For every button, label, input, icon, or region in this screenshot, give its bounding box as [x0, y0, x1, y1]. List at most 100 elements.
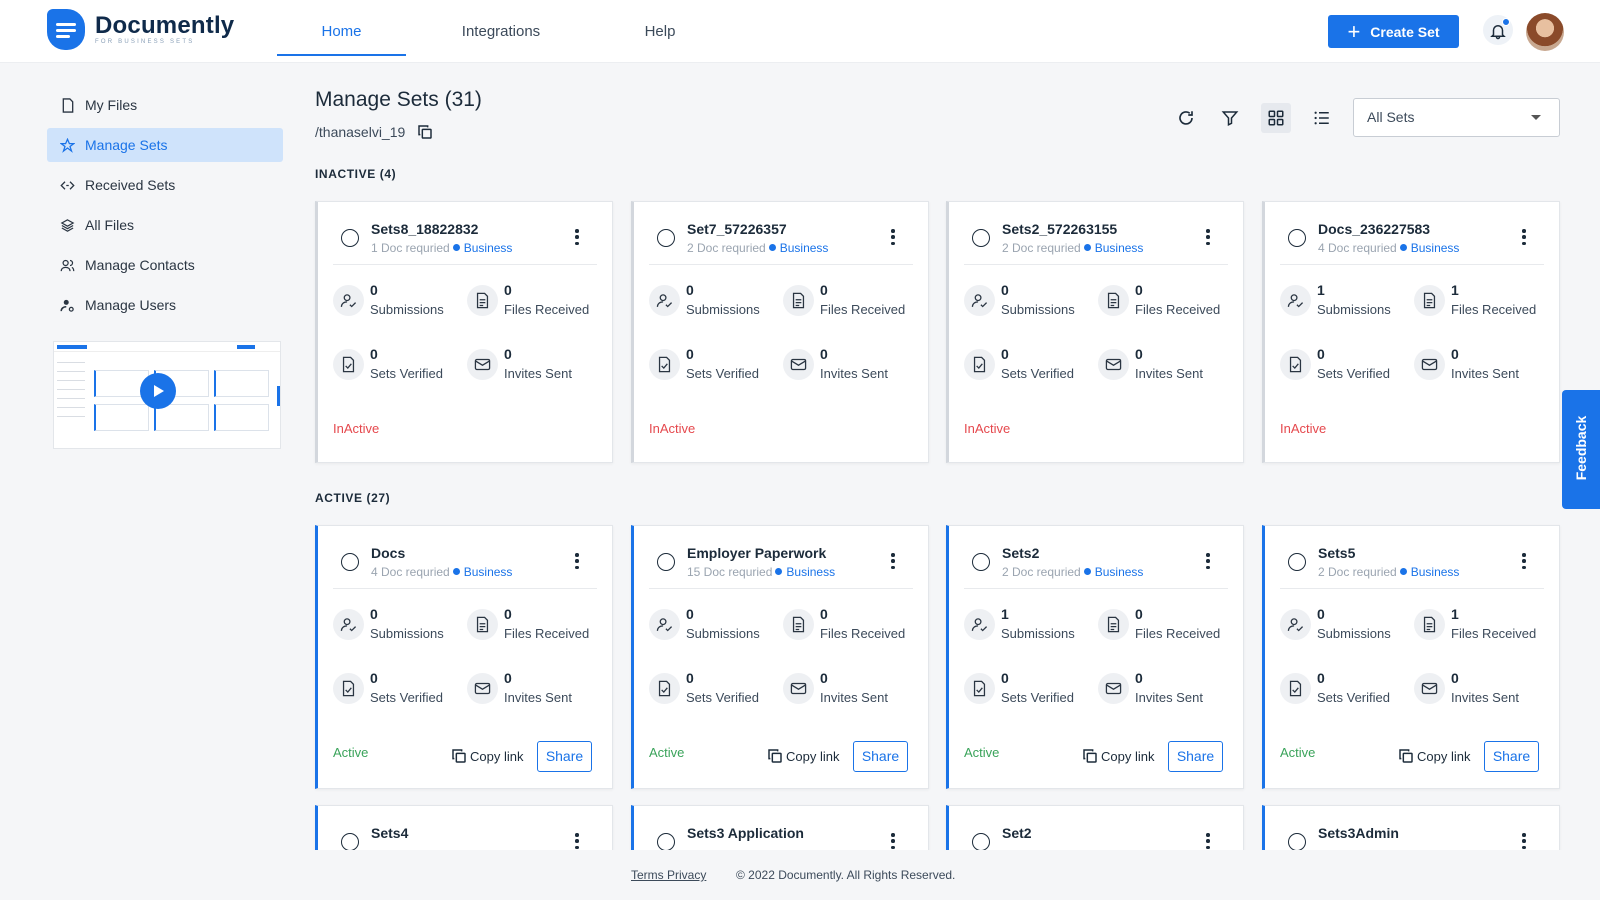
more-options-icon[interactable]: [1206, 229, 1210, 245]
select-radio[interactable]: [972, 833, 990, 851]
brand-logo[interactable]: Documently FOR BUSINESS SETS: [47, 9, 234, 50]
files-received-label: Files Received: [504, 302, 590, 317]
files-received-count: 1: [1451, 606, 1459, 622]
mail-icon: [783, 349, 814, 380]
set-card[interactable]: Sets5 2 Doc requried Business 0 Submissio…: [1262, 525, 1560, 789]
sidebar-item-manage-users[interactable]: Manage Users: [47, 288, 283, 322]
document-icon: [1414, 609, 1445, 640]
set-card[interactable]: Sets2_572263155 2 Doc requried Business 0…: [946, 201, 1244, 463]
set-card[interactable]: Docs 4 Doc requried Business 0 Submission…: [315, 525, 613, 789]
user-check-icon: [333, 285, 364, 316]
share-button[interactable]: Share: [1168, 741, 1223, 772]
invites-sent-label: Invites Sent: [1135, 366, 1203, 381]
sets-verified-label: Sets Verified: [1001, 366, 1074, 381]
more-options-icon[interactable]: [1206, 553, 1210, 569]
select-radio[interactable]: [657, 229, 675, 247]
contacts-icon: [60, 258, 75, 273]
invites-sent-count: 0: [504, 670, 512, 686]
more-options-icon[interactable]: [1206, 833, 1210, 849]
select-radio[interactable]: [972, 229, 990, 247]
set-card[interactable]: Sets8_18822832 1 Doc requried Business 0 …: [315, 201, 613, 463]
share-button[interactable]: Share: [853, 741, 908, 772]
brand-tagline: FOR BUSINESS SETS: [95, 39, 195, 45]
sets-verified-stat: 0 Sets Verified: [1280, 670, 1390, 705]
select-radio[interactable]: [341, 833, 359, 851]
set-card[interactable]: Employer Paperwork 15 Doc requried Busine…: [631, 525, 929, 789]
more-options-icon[interactable]: [1522, 229, 1526, 245]
play-icon[interactable]: [140, 373, 176, 409]
document-icon: [1414, 285, 1445, 316]
share-button[interactable]: Share: [1484, 741, 1539, 772]
more-options-icon[interactable]: [891, 229, 895, 245]
feedback-tab[interactable]: Feedback: [1562, 390, 1600, 509]
sidebar-item-received-sets[interactable]: Received Sets: [47, 168, 283, 202]
copy-link-button[interactable]: Copy link: [767, 748, 839, 764]
refresh-button[interactable]: [1171, 103, 1201, 133]
select-radio[interactable]: [341, 553, 359, 571]
set-filter-select[interactable]: All Sets: [1353, 98, 1560, 137]
grid-view-button[interactable]: [1261, 103, 1291, 133]
nav-integrations[interactable]: Integrations: [406, 0, 596, 56]
copy-icon[interactable]: [417, 124, 433, 140]
set-name: Docs: [371, 545, 406, 561]
select-radio[interactable]: [1288, 833, 1306, 851]
copy-link-button[interactable]: Copy link: [451, 748, 523, 764]
sidebar-item-my-files[interactable]: My Files: [47, 88, 283, 122]
share-button[interactable]: Share: [537, 741, 592, 772]
category-tag: Business: [1094, 565, 1144, 579]
invites-sent-stat: 0 Invites Sent: [1098, 670, 1203, 705]
tutorial-video-thumbnail[interactable]: [53, 341, 281, 449]
nav-home[interactable]: Home: [277, 0, 406, 56]
copy-link-button[interactable]: Copy link: [1082, 748, 1154, 764]
more-options-icon[interactable]: [891, 833, 895, 849]
category-tag: Business: [1410, 565, 1460, 579]
sidebar-item-all-files[interactable]: All Files: [47, 208, 283, 242]
more-options-icon[interactable]: [1522, 833, 1526, 849]
nav-help[interactable]: Help: [596, 0, 724, 56]
create-set-label: Create Set: [1370, 23, 1440, 40]
invites-sent-label: Invites Sent: [504, 366, 572, 381]
select-radio[interactable]: [657, 833, 675, 851]
select-radio[interactable]: [341, 229, 359, 247]
select-radio[interactable]: [972, 553, 990, 571]
set-card[interactable]: Docs_236227583 4 Doc requried Business 1 …: [1262, 201, 1560, 463]
submissions-label: Submissions: [686, 302, 760, 317]
set-card[interactable]: Sets2 2 Doc requried Business 1 Submissio…: [946, 525, 1244, 789]
files-received-label: Files Received: [1135, 626, 1221, 641]
set-card[interactable]: Set7_57226357 2 Doc requried Business 0 S…: [631, 201, 929, 463]
more-options-icon[interactable]: [891, 553, 895, 569]
more-options-icon[interactable]: [1522, 553, 1526, 569]
feedback-label: Feedback: [1573, 415, 1589, 481]
select-radio[interactable]: [657, 553, 675, 571]
file-check-icon: [964, 349, 995, 380]
files-received-stat: 0 Files Received: [467, 282, 589, 317]
invites-sent-count: 0: [1135, 670, 1143, 686]
sidebar-item-manage-contacts[interactable]: Manage Contacts: [47, 248, 283, 282]
set-meta: 2 Doc requried Business: [1002, 565, 1143, 579]
terms-privacy-link[interactable]: Terms Privacy: [631, 868, 706, 882]
plus-icon: +: [1347, 18, 1361, 44]
select-radio[interactable]: [1288, 229, 1306, 247]
copy-icon: [452, 749, 466, 763]
set-name: Sets5: [1318, 545, 1356, 561]
status-label: InActive: [333, 421, 380, 436]
create-set-button[interactable]: + Create Set: [1328, 15, 1459, 48]
select-radio[interactable]: [1288, 553, 1306, 571]
list-view-button[interactable]: [1307, 103, 1337, 133]
copy-link-button[interactable]: Copy link: [1398, 748, 1470, 764]
user-avatar[interactable]: [1526, 13, 1564, 51]
card-divider: [964, 588, 1228, 589]
sets-verified-stat: 0 Sets Verified: [333, 670, 443, 705]
notifications-button[interactable]: [1483, 15, 1513, 45]
more-options-icon[interactable]: [575, 553, 579, 569]
set-name: Sets8_18822832: [371, 221, 479, 237]
more-options-icon[interactable]: [575, 833, 579, 849]
sidebar-item-manage-sets[interactable]: Manage Sets: [47, 128, 283, 162]
more-options-icon[interactable]: [575, 229, 579, 245]
sidebar-item-label: All Files: [85, 217, 135, 233]
file-check-icon: [1280, 673, 1311, 704]
status-label: InActive: [649, 421, 696, 436]
document-icon: [1098, 609, 1129, 640]
user-check-icon: [1280, 609, 1311, 640]
filter-button[interactable]: [1215, 103, 1245, 133]
